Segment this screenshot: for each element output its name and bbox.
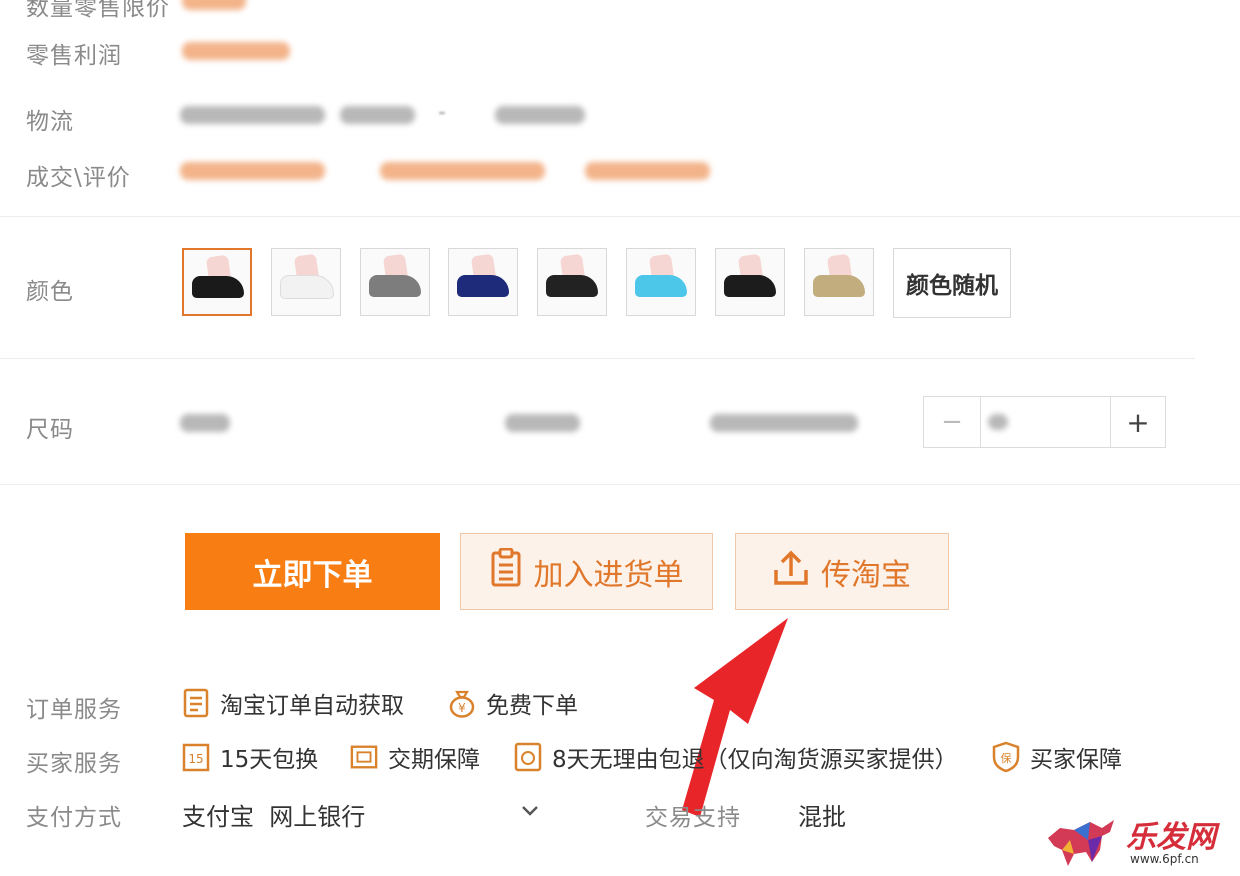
- logistics-fee-blurred: [495, 106, 585, 124]
- shield-guarantee-icon: 保: [992, 741, 1020, 773]
- buyer-service-text: 15天包换: [220, 747, 319, 773]
- color-label: 颜色: [26, 279, 74, 305]
- color-swatch-white[interactable]: [271, 248, 341, 316]
- sock-image: [280, 275, 334, 299]
- logistics-dest-blurred: [340, 106, 415, 124]
- buyer-service-text: 买家保障: [1030, 747, 1122, 773]
- payment-methods: 支付宝 网上银行: [182, 803, 366, 831]
- decrease-button[interactable]: −: [924, 397, 981, 447]
- order-now-button[interactable]: 立即下单: [185, 533, 440, 610]
- watermark-text: 乐发网: [1126, 820, 1216, 855]
- divider: [0, 484, 1240, 485]
- retail-profit-value-blurred: [182, 42, 290, 60]
- logistics-label: 物流: [26, 109, 74, 135]
- color-swatch-navy[interactable]: [448, 248, 518, 316]
- buyer-service-item-guarantee: 保 买家保障: [992, 740, 1122, 774]
- buyer-service-item-15day: 15 15天包换: [182, 740, 318, 774]
- site-watermark: 乐发网 www.6pf.cn: [1040, 810, 1230, 872]
- buyer-service-label: 买家服务: [26, 751, 122, 777]
- quantity-stepper[interactable]: − +: [923, 396, 1166, 448]
- money-bag-icon: ¥: [448, 689, 476, 718]
- svg-text:¥: ¥: [458, 701, 466, 715]
- deals-count-blurred: [180, 162, 325, 180]
- color-swatch-sky-blue[interactable]: [626, 248, 696, 316]
- size-price-blurred: [505, 414, 580, 432]
- upload-taobao-label: 传淘宝: [821, 557, 911, 593]
- sock-image: [813, 275, 865, 297]
- upload-icon: [773, 550, 821, 594]
- quantity-value-blurred[interactable]: [988, 414, 1008, 430]
- return-icon: [514, 742, 542, 772]
- size-label: 尺码: [26, 417, 74, 443]
- buyer-service-item-8day-return: 8天无理由包退（仅向淘货源买家提供）: [514, 740, 958, 774]
- buyer-service-text: 交期保障: [388, 747, 480, 773]
- sock-image: [369, 275, 421, 297]
- chevron-down-icon[interactable]: [520, 800, 540, 824]
- document-icon: [182, 688, 210, 718]
- order-now-label: 立即下单: [252, 557, 373, 593]
- watermark-url: www.6pf.cn: [1130, 852, 1199, 866]
- buyer-service-text: 8天无理由包退（仅向淘货源买家提供）: [552, 747, 958, 773]
- divider: [0, 358, 1195, 359]
- deals-reviews-label: 成交\评价: [26, 165, 131, 191]
- sock-image: [457, 275, 509, 297]
- color-swatch-gray[interactable]: [360, 248, 430, 316]
- order-service-item-auto-fetch: 淘宝订单自动获取: [182, 686, 404, 720]
- order-service-label: 订单服务: [26, 697, 122, 723]
- price-label: 数量零售限价: [26, 0, 170, 21]
- calendar-15-icon: 15: [182, 743, 210, 772]
- svg-text:15: 15: [188, 752, 203, 766]
- price-value-blurred: [182, 0, 246, 10]
- delivery-icon: [350, 743, 378, 771]
- color-swatch-black-3[interactable]: [715, 248, 785, 316]
- order-service-item-free-order: ¥ 免费下单: [448, 686, 578, 720]
- sock-image: [192, 276, 244, 298]
- add-purchase-list-label: 加入进货单: [533, 557, 684, 593]
- logistics-origin-blurred: [180, 106, 325, 124]
- sock-image: [724, 275, 776, 297]
- trade-support-value: 混批: [798, 803, 846, 831]
- trade-support-label: 交易支持: [645, 805, 741, 831]
- color-swatch-black-2[interactable]: [537, 248, 607, 316]
- order-service-text: 免费下单: [486, 693, 578, 719]
- increase-button[interactable]: +: [1110, 397, 1165, 447]
- clipboard-icon: [490, 547, 534, 596]
- order-service-text: 淘宝订单自动获取: [220, 693, 404, 719]
- divider: [0, 216, 1240, 217]
- sock-image: [635, 275, 687, 297]
- retail-profit-label: 零售利润: [26, 43, 122, 69]
- add-purchase-list-button[interactable]: 加入进货单: [460, 533, 713, 610]
- color-swatch-khaki[interactable]: [804, 248, 874, 316]
- color-swatch-black[interactable]: [182, 248, 252, 316]
- reviews-count-blurred: [380, 162, 545, 180]
- color-random-button[interactable]: 颜色随机: [893, 248, 1011, 318]
- size-stock-blurred: [710, 414, 858, 432]
- svg-text:保: 保: [1001, 751, 1012, 765]
- upload-taobao-button[interactable]: 传淘宝: [735, 533, 949, 610]
- payment-label: 支付方式: [26, 805, 122, 831]
- size-option-blurred: [180, 414, 230, 432]
- bull-logo-icon: [1048, 820, 1114, 866]
- sock-image: [546, 275, 598, 297]
- buyer-service-item-delivery: 交期保障: [350, 740, 480, 774]
- logistics-separator: -: [438, 100, 446, 125]
- repurchase-rate-blurred: [585, 162, 710, 180]
